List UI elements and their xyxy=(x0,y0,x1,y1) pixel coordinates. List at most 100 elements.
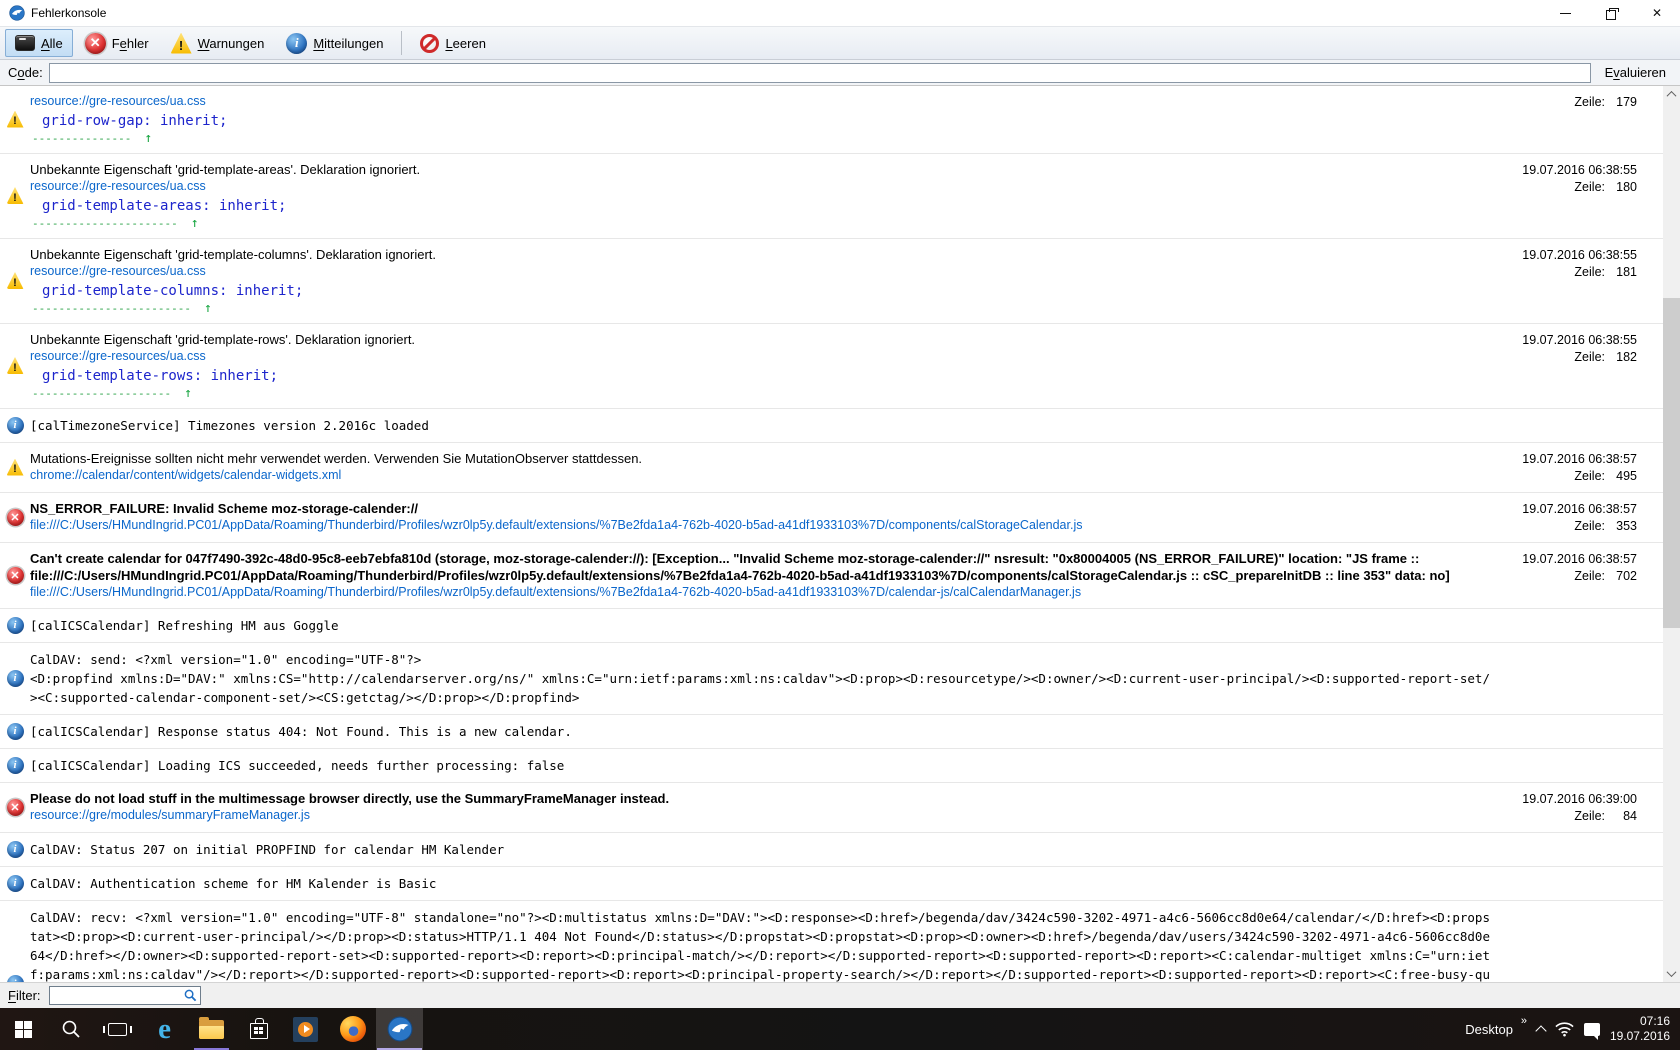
wifi-icon[interactable] xyxy=(1555,1021,1574,1037)
scroll-up-arrow[interactable] xyxy=(1663,86,1680,103)
message-source-link[interactable]: resource://gre-resources/ua.css xyxy=(30,263,1495,280)
action-center-icon[interactable] xyxy=(1583,1022,1600,1040)
filter-all-button[interactable]: Alle xyxy=(5,29,73,57)
info-icon: i xyxy=(286,32,308,54)
message-source-link[interactable]: resource://gre-resources/ua.css xyxy=(30,93,1495,110)
message-source-link[interactable]: chrome://calendar/content/widgets/calend… xyxy=(30,467,1495,484)
line-number-value: 84 xyxy=(1623,809,1637,823)
file-explorer-icon xyxy=(199,1016,224,1039)
taskbar-movies-button[interactable] xyxy=(282,1008,329,1050)
line-number-value: 181 xyxy=(1616,265,1637,279)
close-button[interactable]: ✕ xyxy=(1634,0,1680,26)
start-button[interactable] xyxy=(0,1008,47,1050)
message-timestamp: 19.07.2016 06:38:57 xyxy=(1522,452,1637,466)
message-source-link[interactable]: resource://gre-resources/ua.css xyxy=(30,178,1495,195)
line-number-label: Zeile: xyxy=(1574,265,1605,279)
message-meta xyxy=(1495,615,1663,635)
info-icon: i xyxy=(6,722,24,740)
console-message-row[interactable]: ! Mutations-Ereignisse sollten nicht mehr… xyxy=(0,443,1663,493)
dash-underline: --------------- xyxy=(32,132,132,145)
windows-store-icon xyxy=(249,1018,268,1039)
taskbar-thunderbird-button[interactable] xyxy=(376,1008,423,1050)
clock-time: 07:16 xyxy=(1639,1014,1670,1028)
taskbar-explorer-button[interactable] xyxy=(188,1008,235,1050)
console-message-row[interactable]: i CalDAV: recv: <?xml version="1.0" encod… xyxy=(0,901,1663,982)
console-message-row[interactable]: ! resource://gre-resources/ua.css grid-row… xyxy=(0,86,1663,154)
message-body: [calICSCalendar] Loading ICS succeeded, … xyxy=(30,755,1495,775)
taskbar-clock[interactable]: 07:16 19.07.2016 xyxy=(1610,1014,1670,1044)
code-input[interactable] xyxy=(48,62,1591,83)
console-message-row[interactable]: ✕ NS_ERROR_FAILURE: Invalid Scheme moz-st… xyxy=(0,493,1663,543)
scrollbar-thumb[interactable] xyxy=(1663,298,1680,628)
message-timestamp: 19.07.2016 06:39:00 xyxy=(1522,792,1637,806)
console-message-row[interactable]: ! Unbekannte Eigenschaft 'grid-template-c… xyxy=(0,239,1663,324)
message-line-number: Zeile: 179 xyxy=(1495,94,1637,111)
console-message-row[interactable]: i [calICSCalendar] Refreshing HM aus Gogg… xyxy=(0,609,1663,643)
taskbar-search-button[interactable] xyxy=(47,1008,94,1050)
filter-input[interactable] xyxy=(48,986,201,1005)
console-message-row[interactable]: i [calICSCalendar] Response status 404: N… xyxy=(0,715,1663,749)
message-source-link[interactable]: file:///C:/Users/HMundIngrid.PC01/AppDat… xyxy=(30,584,1495,601)
filter-errors-button[interactable]: ✕ Fehler xyxy=(75,29,159,57)
line-number-label: Zeile: xyxy=(1574,350,1605,364)
console-log-line: CalDAV: Authentication scheme for HM Kal… xyxy=(30,876,437,891)
message-timestamp: 19.07.2016 06:38:57 xyxy=(1522,502,1637,516)
console-message-row[interactable]: ! Unbekannte Eigenschaft 'grid-template-a… xyxy=(0,154,1663,239)
line-number-label: Zeile: xyxy=(1574,569,1605,583)
css-code-line: grid-template-columns: inherit; xyxy=(42,283,304,299)
desktop-toolbar-label[interactable]: Desktop» xyxy=(1465,1015,1527,1037)
filter-warnings-button[interactable]: ! Warnungen xyxy=(161,29,275,57)
console-log-line: CalDAV: recv: <?xml version="1.0" encodi… xyxy=(30,910,1490,982)
console-message-row[interactable]: i CalDAV: Status 207 on initial PROPFIND … xyxy=(0,833,1663,867)
message-meta xyxy=(1495,415,1663,435)
console-message-row[interactable]: ✕ Please do not load stuff in the multime… xyxy=(0,783,1663,833)
message-meta: 19.07.2016 06:38:55 Zeile: 182 xyxy=(1495,330,1663,401)
message-line-number: Zeile: 181 xyxy=(1495,264,1637,281)
message-meta: 19.07.2016 06:38:55 Zeile: 181 xyxy=(1495,245,1663,316)
message-meta xyxy=(1495,839,1663,859)
vertical-scrollbar[interactable] xyxy=(1663,86,1680,982)
taskbar-store-button[interactable] xyxy=(235,1008,282,1050)
console-message-row[interactable]: i [calTimezoneService] Timezones version … xyxy=(0,409,1663,443)
info-icon: i xyxy=(6,616,24,634)
message-icon-cell: i xyxy=(0,415,30,435)
message-body: CalDAV: recv: <?xml version="1.0" encodi… xyxy=(30,907,1495,982)
console-message-row[interactable]: i CalDAV: Authentication scheme for HM Ka… xyxy=(0,867,1663,901)
scroll-down-arrow[interactable] xyxy=(1663,965,1680,982)
message-body: Unbekannte Eigenschaft 'grid-template-ar… xyxy=(30,160,1495,231)
task-view-button[interactable] xyxy=(94,1008,141,1050)
line-number-label: Zeile: xyxy=(1574,180,1605,194)
message-icon-cell: i xyxy=(0,755,30,775)
message-source-link[interactable]: file:///C:/Users/HMundIngrid.PC01/AppDat… xyxy=(30,517,1495,534)
message-timestamp: 19.07.2016 06:38:55 xyxy=(1522,248,1637,262)
error-icon: ✕ xyxy=(6,508,24,526)
windows-logo-icon xyxy=(15,1020,32,1038)
console-toolbar: Alle ✕ Fehler ! Warnungen i Mitteilungen… xyxy=(0,26,1680,60)
console-message-row[interactable]: ! Unbekannte Eigenschaft 'grid-template-r… xyxy=(0,324,1663,409)
message-source-link[interactable]: resource://gre-resources/ua.css xyxy=(30,348,1495,365)
toolbar-separator xyxy=(401,31,403,55)
message-line-number: Zeile: 353 xyxy=(1495,518,1637,535)
overflow-chevron-icon[interactable]: » xyxy=(1521,1015,1527,1027)
message-text: Unbekannte Eigenschaft 'grid-template-ro… xyxy=(30,332,416,347)
warning-icon: ! xyxy=(6,357,24,374)
message-icon-cell: i xyxy=(0,649,30,707)
clear-button[interactable]: Leeren xyxy=(410,29,495,57)
message-meta xyxy=(1495,755,1663,775)
filter-messages-button[interactable]: i Mitteilungen xyxy=(276,29,393,57)
line-number-value: 179 xyxy=(1616,95,1637,109)
console-message-row[interactable]: i [calICSCalendar] Loading ICS succeeded,… xyxy=(0,749,1663,783)
minimize-button[interactable] xyxy=(1542,0,1588,26)
message-body: Can't create calendar for 047f7490-392c-… xyxy=(30,549,1495,601)
filter-label: Filter: xyxy=(8,988,41,1003)
show-hidden-icons-chevron[interactable] xyxy=(1535,1024,1547,1037)
evaluate-button[interactable]: Evaluieren xyxy=(1597,65,1674,80)
taskbar-firefox-button[interactable] xyxy=(329,1008,376,1050)
console-message-row[interactable]: i CalDAV: send: <?xml version="1.0" encod… xyxy=(0,643,1663,715)
message-line-number: Zeile: 702 xyxy=(1495,568,1637,585)
console-message-row[interactable]: ✕ Can't create calendar for 047f7490-392c… xyxy=(0,543,1663,609)
message-body: [calICSCalendar] Refreshing HM aus Goggl… xyxy=(30,615,1495,635)
message-source-link[interactable]: resource://gre/modules/summaryFrameManag… xyxy=(30,807,1495,824)
taskbar-edge-button[interactable]: e xyxy=(141,1008,188,1050)
restore-button[interactable] xyxy=(1588,0,1634,26)
